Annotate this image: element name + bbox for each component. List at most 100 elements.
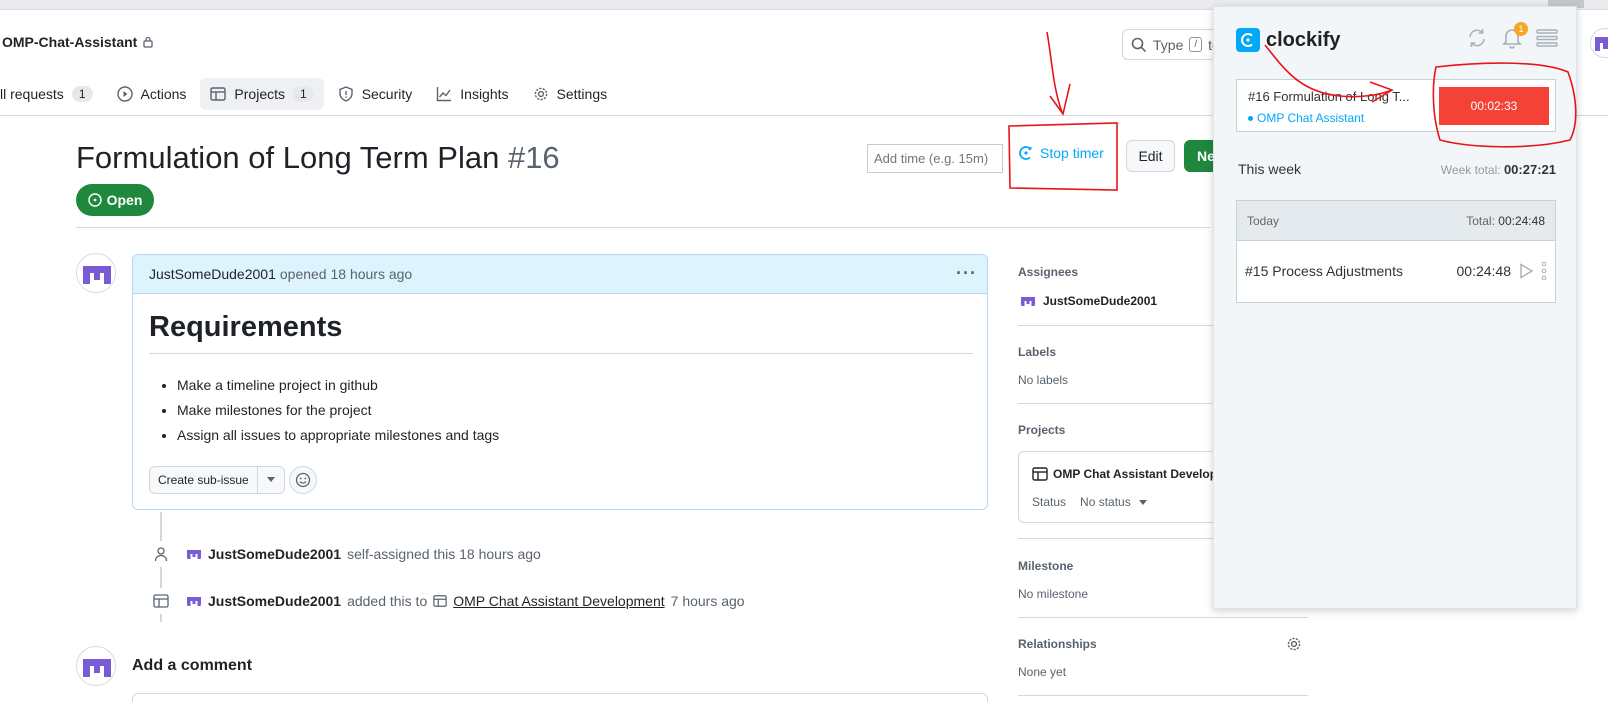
tab-pull-requests[interactable]: ll requests 1	[0, 78, 103, 110]
search-icon	[1131, 37, 1147, 53]
clockify-logo-icon	[1236, 28, 1260, 52]
table-icon	[210, 86, 227, 102]
project-card-title[interactable]: OMP Chat Assistant Developm	[1032, 466, 1228, 482]
more-vertical-icon[interactable]	[1541, 260, 1547, 282]
stop-timer-button[interactable]: Stop timer	[1018, 145, 1104, 161]
gear-icon	[533, 86, 549, 102]
table-icon	[148, 588, 174, 614]
shield-icon	[338, 86, 354, 102]
comment-header: JustSomeDude2001 opened 18 hours ago ···	[133, 255, 987, 294]
current-entry-project[interactable]: OMP Chat Assistant	[1248, 111, 1364, 125]
person-icon	[148, 541, 174, 567]
timeline-event-assigned: JustSomeDude2001 self-assigned this 18 h…	[148, 541, 541, 567]
comment-meta: opened 18 hours ago	[279, 266, 413, 282]
status-value: No status	[1080, 495, 1131, 509]
today-total-value: 00:24:48	[1498, 213, 1545, 228]
slash-key-hint: /	[1189, 37, 1203, 52]
smiley-icon	[295, 472, 311, 488]
kebab-menu-icon[interactable]: ···	[956, 263, 977, 284]
week-total-label: Week total:	[1440, 163, 1501, 177]
user-avatar[interactable]	[1590, 28, 1608, 58]
event-user[interactable]: JustSomeDude2001	[208, 593, 341, 609]
project-link[interactable]: OMP Chat Assistant Development	[453, 593, 664, 609]
projects-counter: 1	[293, 86, 314, 102]
labels-label[interactable]: Labels	[1018, 345, 1056, 359]
list-item[interactable]: #15 Process Adjustments 00:24:48	[1237, 241, 1555, 301]
timer-stop-button[interactable]: 00:02:33	[1439, 87, 1549, 125]
heading-divider	[149, 353, 973, 354]
milestone-label[interactable]: Milestone	[1018, 559, 1073, 573]
avatar	[1020, 293, 1036, 309]
pull-requests-counter: 1	[71, 86, 93, 102]
assignees-label[interactable]: Assignees	[1018, 265, 1078, 279]
assignee-name: JustSomeDude2001	[1043, 294, 1158, 308]
tab-pull-requests-label: ll requests	[0, 86, 64, 102]
repo-name[interactable]: OMP-Chat-Assistant	[2, 34, 154, 50]
entry-name[interactable]: #15 Process Adjustments	[1245, 263, 1457, 279]
projects-label[interactable]: Projects	[1018, 423, 1065, 437]
edit-button[interactable]: Edit	[1126, 140, 1175, 172]
list-item: Make a timeline project in github	[177, 373, 499, 398]
create-sub-issue-label[interactable]: Create sub-issue	[150, 467, 258, 493]
graph-icon	[436, 86, 452, 102]
current-entry-description[interactable]: #16 Formulation of Long T...	[1248, 89, 1423, 104]
event-text: added this to	[347, 593, 428, 609]
issue-body-comment: JustSomeDude2001 opened 18 hours ago ···…	[132, 254, 988, 510]
avatar[interactable]	[186, 593, 202, 609]
table-icon	[433, 594, 447, 608]
chevron-down-icon[interactable]	[258, 467, 284, 493]
tab-insights[interactable]: Insights	[426, 78, 518, 110]
this-week-label: This week	[1238, 161, 1302, 177]
clockify-current-entry[interactable]: #16 Formulation of Long T... OMP Chat As…	[1236, 79, 1556, 132]
day-group-header: Today Total: 00:24:48	[1237, 201, 1555, 241]
issue-title-text: Formulation of Long Term Plan	[76, 140, 500, 175]
clockify-logo: clockify	[1236, 28, 1340, 52]
week-total: Week total: 00:27:21	[1441, 162, 1556, 177]
event-user[interactable]: JustSomeDude2001	[208, 546, 341, 562]
requirements-list: Make a timeline project in github Make m…	[177, 373, 499, 448]
avatar[interactable]	[76, 253, 116, 293]
tab-settings-label: Settings	[556, 86, 608, 102]
labels-value: No labels	[1018, 373, 1069, 387]
tab-settings[interactable]: Settings	[523, 78, 618, 110]
search-input[interactable]: Type / to	[1122, 29, 1227, 60]
project-dot	[1248, 115, 1253, 121]
avatar[interactable]	[186, 546, 202, 562]
issue-open-icon	[87, 193, 102, 207]
assignee-item[interactable]: JustSomeDude2001	[1020, 293, 1157, 309]
status-badge: Open	[76, 184, 154, 216]
stop-timer-label: Stop timer	[1040, 145, 1104, 161]
avatar[interactable]	[76, 646, 116, 686]
menu-icon[interactable]	[1536, 28, 1558, 48]
tab-actions[interactable]: Actions	[107, 78, 197, 110]
repo-nav: ll requests 1 Actions Projects 1 Securit…	[0, 78, 621, 110]
play-icon[interactable]	[1517, 262, 1535, 280]
issue-title: Formulation of Long Term Plan #16	[76, 140, 560, 176]
relationships-label: Relationships	[1018, 637, 1097, 651]
entry-duration[interactable]: 00:24:48	[1457, 263, 1512, 279]
status-dropdown[interactable]: No status	[1080, 495, 1147, 509]
table-icon	[1032, 466, 1048, 482]
create-sub-issue-button[interactable]: Create sub-issue	[149, 466, 285, 494]
tab-security-label: Security	[361, 86, 413, 102]
comment-author[interactable]: JustSomeDude2001	[149, 266, 276, 282]
status-badge-label: Open	[106, 192, 143, 208]
tab-projects-label: Projects	[234, 86, 285, 102]
current-entry-project-label: OMP Chat Assistant	[1257, 111, 1365, 125]
repo-name-label: OMP-Chat-Assistant	[2, 34, 138, 50]
clockify-toolbar: 1	[1466, 22, 1558, 49]
gear-icon[interactable]	[1286, 636, 1302, 652]
project-card-name: OMP Chat Assistant Developm	[1053, 467, 1228, 481]
sync-icon[interactable]	[1466, 27, 1488, 49]
clockify-logo-icon	[1018, 145, 1034, 161]
tab-security[interactable]: Security	[328, 78, 423, 110]
add-reaction-button[interactable]	[289, 466, 317, 494]
event-text: self-assigned this 18 hours ago	[347, 546, 541, 562]
tab-projects[interactable]: Projects 1	[200, 78, 324, 110]
comment-editor[interactable]	[132, 693, 988, 702]
play-circle-icon	[116, 86, 133, 102]
add-time-input[interactable]	[867, 144, 1003, 173]
milestone-value: No milestone	[1018, 587, 1089, 601]
bell-icon[interactable]: 1	[1502, 22, 1528, 49]
clockify-brand: clockify	[1266, 28, 1341, 51]
